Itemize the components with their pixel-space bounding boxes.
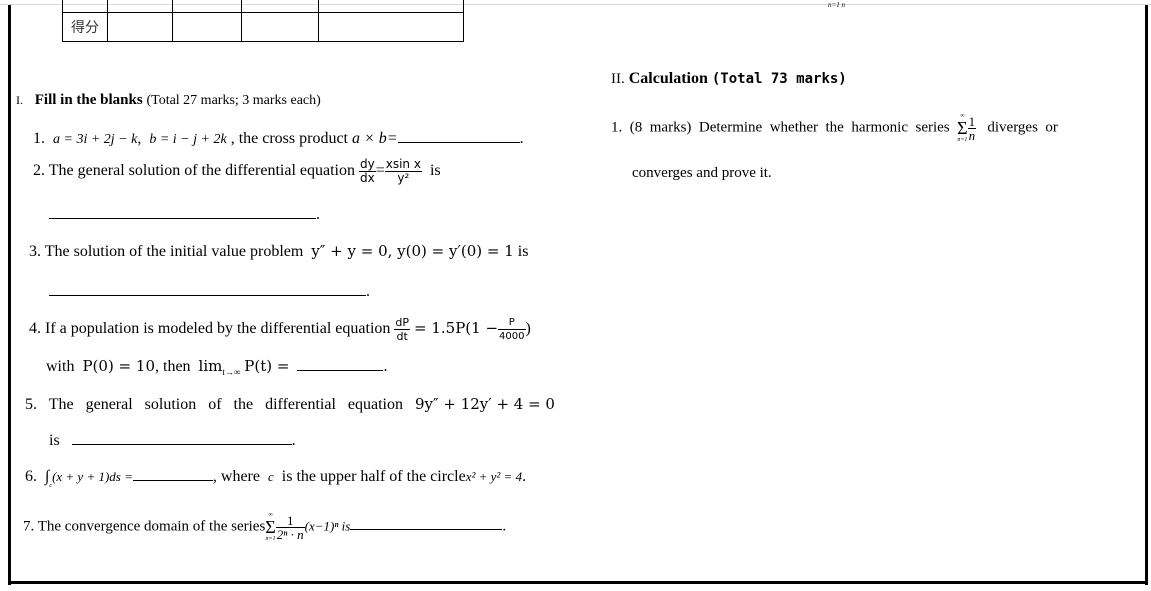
section-1-numeral: I. bbox=[16, 93, 23, 107]
section-1-note: (Total 27 marks; 3 marks each) bbox=[146, 93, 321, 108]
answer-blank-4[interactable] bbox=[297, 369, 384, 371]
score-cell[interactable] bbox=[241, 12, 319, 42]
cross-product-expr: a × b= bbox=[352, 130, 398, 147]
fraction-dy-dx: dy dx bbox=[358, 157, 376, 185]
vector-b-def: b = i − j + 2k bbox=[149, 132, 227, 147]
score-cell[interactable] bbox=[172, 12, 242, 42]
answer-blank-6[interactable] bbox=[132, 479, 213, 481]
section-1-heading: I. Fill in the blanks (Total 27 marks; 3… bbox=[16, 92, 321, 109]
question-4-line-2: with P(0) = 10, then limt→∞ P(t) = . bbox=[46, 357, 388, 377]
residual-sum-limit: n=1 n bbox=[828, 1, 845, 9]
section-2-note: (Total 73 marks) bbox=[711, 71, 847, 87]
calc-question-1-line-2: converges and prove it. bbox=[632, 165, 772, 181]
vector-a-def: a = 3i + 2j − k bbox=[53, 132, 138, 147]
page-border-bottom bbox=[8, 581, 1148, 584]
answer-blank-3[interactable] bbox=[49, 294, 366, 296]
answer-line-3: . bbox=[49, 283, 370, 301]
question-1: 1. a = 3i + 2j − k, b = i − j + 2k , the… bbox=[33, 130, 524, 147]
fraction-dP-dt: dP dt bbox=[394, 316, 411, 343]
question-6: 6. ∫c(x + y + 1)ds =, where c is the upp… bbox=[25, 468, 527, 489]
section-2-numeral: II. bbox=[611, 71, 625, 87]
answer-blank-1[interactable] bbox=[397, 141, 520, 143]
question-3: 3. The solution of the initial value pro… bbox=[29, 242, 529, 260]
page-border-left bbox=[8, 5, 11, 585]
score-cell[interactable] bbox=[318, 12, 464, 42]
score-cell[interactable] bbox=[107, 12, 173, 42]
ivp-equation: y″ + y = 0, y(0) = y′(0) = 1 bbox=[311, 242, 514, 260]
de-equation-5: 9y″ + 12y′ + 4 = 0 bbox=[414, 395, 555, 413]
section-2-title: Calculation bbox=[628, 70, 708, 87]
page-border-right bbox=[1145, 5, 1148, 585]
question-7: 7. The convergence domain of the series ∞… bbox=[23, 512, 507, 542]
calc-question-1: 1. (8 marks) Determine whether the harmo… bbox=[611, 113, 1058, 143]
answer-blank-2[interactable] bbox=[49, 217, 316, 219]
section-2-heading: II. Calculation (Total 73 marks) bbox=[611, 70, 847, 88]
fraction-xsinx-y2: xsin x y² bbox=[384, 157, 422, 185]
summation-sign: ∞ Σn=1 bbox=[265, 512, 276, 542]
question-5-line-2: is . bbox=[49, 432, 296, 449]
fraction-1-over-n: 1n bbox=[967, 113, 977, 143]
question-5: 5. The general solution of the different… bbox=[25, 395, 555, 413]
question-4: 4. If a population is modeled by the dif… bbox=[29, 316, 531, 343]
answer-blank-5[interactable] bbox=[71, 443, 292, 445]
question-2: 2. The general solution of the different… bbox=[33, 157, 441, 185]
answer-line-2: . bbox=[49, 206, 320, 224]
answer-blank-7[interactable] bbox=[350, 528, 503, 531]
summation-sign: ∞ Σn=1 bbox=[957, 113, 968, 143]
score-table: 得分 bbox=[62, 0, 464, 42]
section-1-title: Fill in the blanks bbox=[34, 92, 143, 108]
score-row-label: 得分 bbox=[62, 12, 108, 42]
fraction-P-4000: P 4000 bbox=[498, 317, 526, 342]
fraction-1-over-2n-n: 1 2ⁿ · n bbox=[275, 512, 305, 542]
